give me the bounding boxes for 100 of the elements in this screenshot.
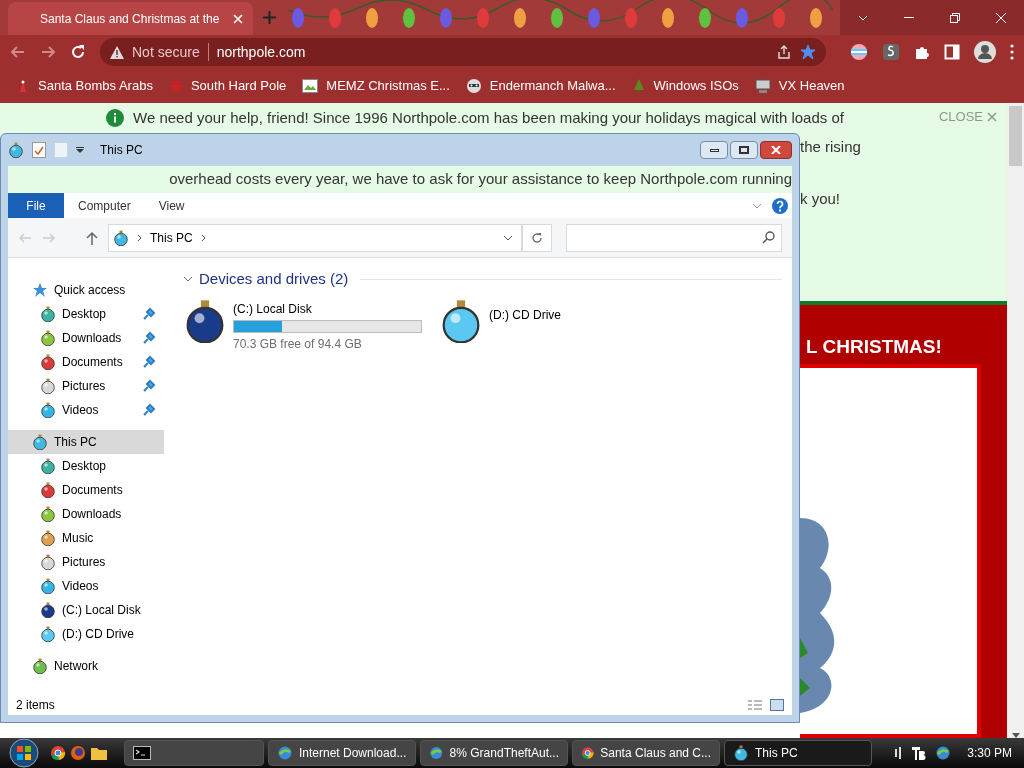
- tiles-view-icon[interactable]: [770, 699, 784, 711]
- help-icon[interactable]: [772, 197, 788, 214]
- pin-icon[interactable]: [142, 355, 156, 369]
- bookmark[interactable]: South Hard Pole: [168, 76, 287, 96]
- reload-icon[interactable]: [70, 44, 86, 60]
- nav-item[interactable]: Desktop: [8, 302, 164, 326]
- browser-tab[interactable]: Santa Claus and Christmas at the: [8, 2, 253, 35]
- tree-icon: [631, 78, 646, 94]
- nav-item[interactable]: Downloads: [8, 502, 164, 526]
- free-space-text: 70.3 GB free of 94.4 GB: [233, 335, 363, 353]
- chevron-right-icon: [137, 233, 142, 242]
- ornament-icon: [40, 330, 56, 346]
- bookmark[interactable]: VX Heaven: [754, 76, 845, 96]
- nav-item[interactable]: Downloads: [8, 326, 164, 350]
- nav-item[interactable]: (C:) Local Disk: [8, 598, 164, 622]
- profile-icon[interactable]: [974, 41, 996, 63]
- forward-icon[interactable]: [40, 44, 56, 60]
- chrome-icon: [581, 745, 595, 761]
- chrome-launcher[interactable]: [50, 745, 66, 761]
- menu-icon[interactable]: [1010, 44, 1014, 60]
- nav-item[interactable]: Documents: [8, 350, 164, 374]
- nav-item[interactable]: Videos: [8, 574, 164, 598]
- close-icon: [771, 146, 781, 154]
- extension-icon[interactable]: [882, 43, 900, 61]
- pin-icon[interactable]: [142, 403, 156, 417]
- star-icon: [32, 282, 48, 298]
- puzzle-icon[interactable]: [914, 44, 930, 60]
- address-bar[interactable]: Not secure northpole.com: [100, 38, 826, 66]
- chevron-down-icon: [503, 234, 513, 241]
- close-icon[interactable]: [233, 13, 243, 24]
- folder-icon[interactable]: [90, 745, 108, 761]
- down-arrow-icon[interactable]: [1011, 733, 1020, 738]
- group-heading: Devices and drives (2): [199, 269, 349, 289]
- ornament-icon: [733, 745, 749, 761]
- maximize-button[interactable]: [730, 141, 758, 159]
- globe-icon: [277, 745, 293, 761]
- bookmark[interactable]: Santa Bombs Arabs: [16, 76, 153, 96]
- banner-text: k you!: [800, 189, 842, 209]
- clock-text: 3:30 PM: [967, 745, 1012, 762]
- drive-tile[interactable]: (D:) CD Drive: [439, 298, 679, 353]
- taskbar-button[interactable]: [124, 740, 264, 766]
- ornament-icon: [40, 402, 56, 418]
- pin-icon[interactable]: [142, 307, 156, 321]
- banner-text: overhead costs every year, we have to ask for your assistance to keep Northpole.com running: [169, 169, 792, 190]
- bookmark[interactable]: Windows ISOs: [631, 76, 739, 96]
- ornament-icon: [40, 626, 56, 642]
- ornament-icon: [32, 658, 48, 674]
- search-icon: [762, 231, 775, 244]
- scrollbar-thumb[interactable]: [1009, 106, 1022, 166]
- firefox-icon[interactable]: [70, 745, 86, 761]
- nav-item[interactable]: Network: [8, 654, 164, 678]
- taskbar-button[interactable]: Internet Download...: [268, 740, 416, 766]
- taskbar-button[interactable]: This PC: [724, 740, 872, 766]
- sidebar-icon[interactable]: [944, 44, 960, 60]
- ornament-icon: [40, 578, 56, 594]
- nav-item[interactable]: Pictures: [8, 374, 164, 398]
- nav-item[interactable]: (D:) CD Drive: [8, 622, 164, 646]
- star-icon[interactable]: [800, 44, 816, 60]
- back-icon[interactable]: [10, 44, 26, 60]
- ribbon-tab[interactable]: File: [8, 193, 64, 218]
- nav-item[interactable]: Desktop: [8, 454, 164, 478]
- nav-item[interactable]: Videos: [8, 398, 164, 422]
- ornament-icon: [32, 434, 48, 450]
- bookmark[interactable]: Endermanch Malwa...: [465, 76, 616, 96]
- flag-icon[interactable]: [850, 43, 868, 61]
- nav-item[interactable]: Quick access: [8, 278, 164, 302]
- share-icon[interactable]: [776, 44, 792, 60]
- close-button[interactable]: [760, 141, 792, 159]
- taskbar-button[interactable]: Santa Claus and C...: [572, 740, 720, 766]
- close-icon: [996, 12, 1006, 23]
- taskbar-button[interactable]: 8% GrandTheftAut...: [420, 740, 568, 766]
- search-field[interactable]: [566, 223, 782, 252]
- globe-icon: [429, 745, 444, 761]
- nav-item[interactable]: This PC: [8, 430, 164, 454]
- pin-icon[interactable]: [142, 379, 156, 393]
- address-field[interactable]: This PC: [108, 223, 522, 252]
- nav-item[interactable]: Pictures: [8, 550, 164, 574]
- refresh-button[interactable]: [522, 223, 552, 252]
- console-icon: [133, 746, 151, 760]
- bookmark[interactable]: MEMZ Christmas E...: [302, 76, 450, 96]
- plus-icon[interactable]: [263, 11, 276, 24]
- up-icon[interactable]: [86, 230, 98, 245]
- ornament-icon: [40, 554, 56, 570]
- ribbon-tab[interactable]: View: [144, 193, 199, 218]
- pin-icon[interactable]: [142, 331, 156, 345]
- drive-tile[interactable]: (C:) Local Disk 70.3 GB free of 94.4 GB: [183, 298, 423, 353]
- nav-item[interactable]: Documents: [8, 478, 164, 502]
- nav-item[interactable]: Music: [8, 526, 164, 550]
- properties-icon[interactable]: [32, 142, 46, 158]
- close-icon: [987, 111, 997, 122]
- chevron-down-icon[interactable]: [752, 202, 762, 209]
- chevron-down-icon[interactable]: [183, 276, 193, 283]
- scrollbar[interactable]: [1007, 103, 1024, 738]
- globe-icon: [935, 745, 952, 761]
- image-icon: [302, 79, 319, 93]
- banner-text: the rising: [800, 136, 862, 157]
- dropdown-icon[interactable]: [76, 147, 84, 153]
- minimize-button[interactable]: [700, 141, 728, 159]
- ribbon-tab[interactable]: Computer: [64, 193, 145, 218]
- info-icon: [106, 109, 124, 127]
